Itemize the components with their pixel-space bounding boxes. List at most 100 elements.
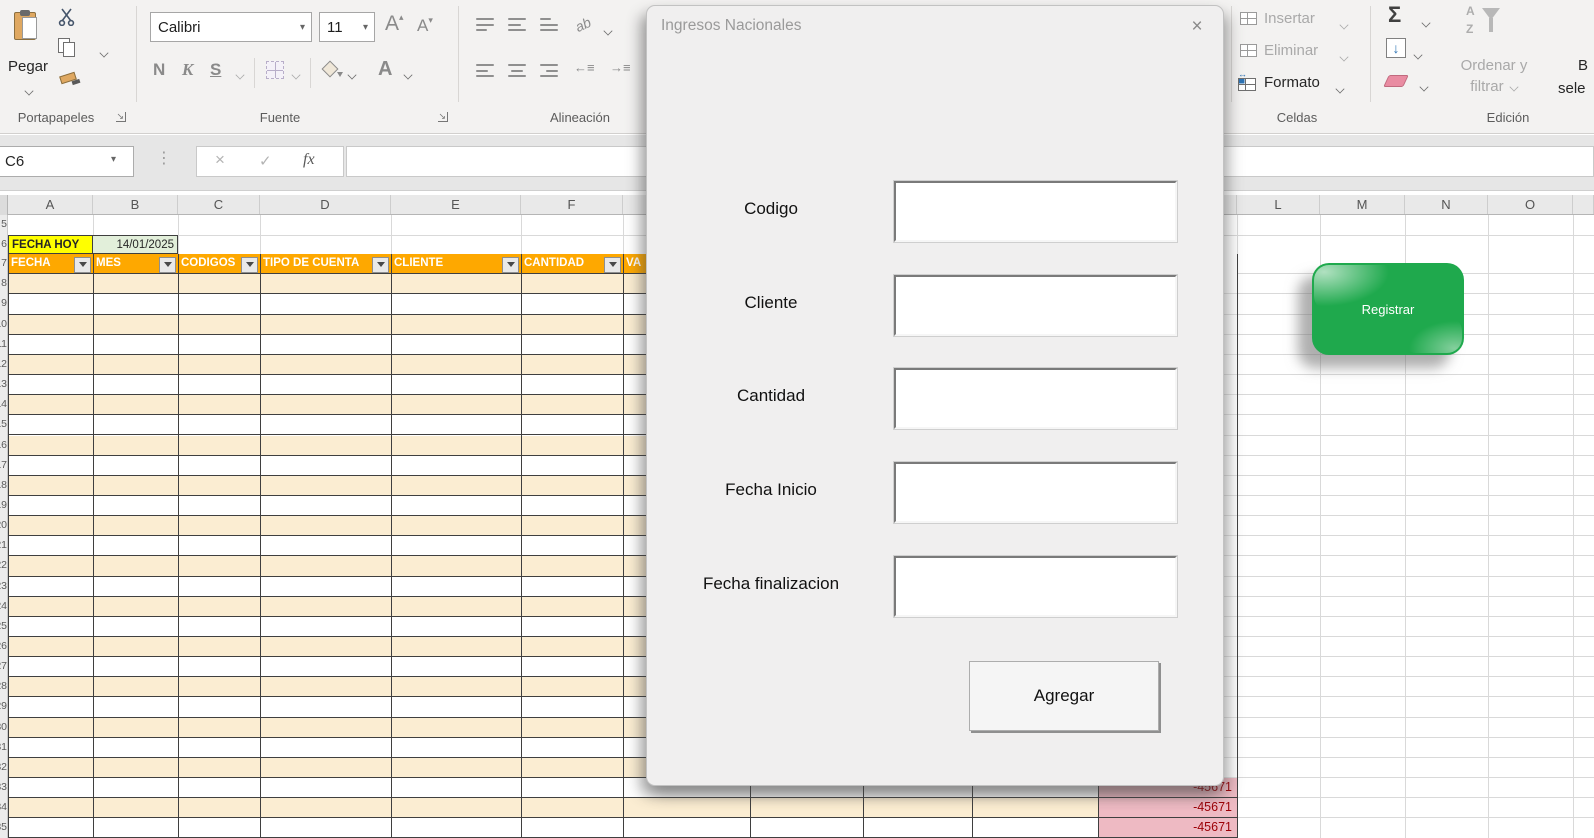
table-header-F[interactable]: CANTIDAD [521, 254, 623, 274]
column-header-B[interactable]: B [93, 195, 178, 214]
row-header-28[interactable]: 28 [0, 677, 8, 697]
filter-arrow-icon [507, 262, 515, 267]
select-all-corner[interactable] [0, 195, 8, 215]
gridline [1573, 215, 1574, 254]
table-header-E[interactable]: CLIENTE [391, 254, 521, 274]
gridline [1488, 254, 1489, 838]
gridline [1237, 435, 1594, 436]
row-header-17[interactable]: 17 [0, 456, 8, 476]
gridline [1237, 374, 1594, 375]
row-header-15[interactable]: 15 [0, 415, 8, 435]
row-header-13[interactable]: 13 [0, 375, 8, 395]
gridline [1237, 576, 1594, 577]
filter-button-F[interactable] [604, 257, 621, 273]
row-header-14[interactable]: 14 [0, 395, 8, 415]
fecha-finalizacion-field-frame [894, 556, 1177, 617]
table-row[interactable] [8, 818, 1098, 838]
fecha-inicio-field-frame [894, 462, 1177, 523]
row-header-7[interactable]: 7 [0, 254, 8, 274]
row-header-6[interactable]: 6 [0, 235, 8, 255]
gridline [623, 215, 624, 254]
row-header-23[interactable]: 23 [0, 577, 8, 597]
column-header-M[interactable]: M [1320, 195, 1405, 214]
column-header-F[interactable]: F [521, 195, 623, 214]
gridline [1237, 676, 1594, 677]
column-header-N[interactable]: N [1405, 195, 1488, 214]
row-header-22[interactable]: 22 [0, 556, 8, 576]
row-header-30[interactable]: 30 [0, 718, 8, 738]
codigo-input[interactable] [898, 185, 1171, 234]
table-border [521, 254, 522, 838]
row-header-31[interactable]: 31 [0, 738, 8, 758]
table-header-B[interactable]: MES [93, 254, 178, 274]
registrar-shape-button[interactable]: Registrar [1312, 263, 1464, 355]
gridline [1237, 495, 1594, 496]
fecha-hoy-value-cell[interactable]: 14/01/2025 [93, 235, 178, 255]
row-header-9[interactable]: 9 [0, 294, 8, 314]
row-header-12[interactable]: 12 [0, 355, 8, 375]
row-header-24[interactable]: 24 [0, 597, 8, 617]
row-header-21[interactable]: 21 [0, 536, 8, 556]
agregar-button[interactable]: Agregar [969, 661, 1159, 731]
row-header-19[interactable]: 19 [0, 496, 8, 516]
cliente-field-frame [894, 275, 1177, 336]
column-header-P[interactable] [1573, 195, 1594, 214]
row-header-33[interactable]: 33 [0, 778, 8, 798]
row-header-25[interactable]: 25 [0, 617, 8, 637]
fecha-inicio-input[interactable] [898, 466, 1171, 515]
row-header-8[interactable]: 8 [0, 274, 8, 294]
gridline [1237, 737, 1594, 738]
gridline [1237, 475, 1594, 476]
table-row[interactable] [8, 798, 1098, 818]
table-header-A[interactable]: FECHA [8, 254, 93, 274]
gridline [1237, 414, 1594, 415]
row-header-11[interactable]: 11 [0, 335, 8, 355]
column-header-C[interactable]: C [178, 195, 260, 214]
gridline [1237, 515, 1594, 516]
filter-button-C[interactable] [241, 257, 258, 273]
cliente-input[interactable] [898, 279, 1171, 328]
row-header-5[interactable]: 5 [0, 215, 8, 235]
filter-arrow-icon [246, 262, 254, 267]
gridline [1237, 797, 1594, 798]
row-header-29[interactable]: 29 [0, 697, 8, 717]
row-header-27[interactable]: 27 [0, 657, 8, 677]
column-header-L[interactable]: L [1237, 195, 1320, 214]
column-header-D[interactable]: D [260, 195, 391, 214]
table-border [8, 254, 9, 838]
ingresos-dialog: Ingresos Nacionales × Codigo Cliente Can… [646, 5, 1224, 786]
negative-value-cell[interactable]: -45671 [1098, 818, 1237, 838]
table-border [178, 254, 179, 838]
row-header-34[interactable]: 34 [0, 798, 8, 818]
table-border [391, 254, 392, 838]
cantidad-input[interactable] [898, 372, 1171, 421]
gridline [1237, 215, 1238, 254]
filter-button-E[interactable] [502, 257, 519, 273]
table-header-D[interactable]: TIPO DE CUENTA [260, 254, 391, 274]
row-header-16[interactable]: 16 [0, 436, 8, 456]
close-icon[interactable]: × [1185, 15, 1209, 39]
gridline [1573, 254, 1574, 838]
filter-button-A[interactable] [74, 257, 91, 273]
gridline [1237, 394, 1594, 395]
filter-arrow-icon [164, 262, 172, 267]
row-header-20[interactable]: 20 [0, 516, 8, 536]
column-header-E[interactable]: E [391, 195, 521, 214]
table-border [93, 254, 94, 838]
row-header-10[interactable]: 10 [0, 315, 8, 335]
column-header-O[interactable]: O [1488, 195, 1573, 214]
filter-button-B[interactable] [159, 257, 176, 273]
gridline [1237, 656, 1594, 657]
row-header-18[interactable]: 18 [0, 476, 8, 496]
row-header-32[interactable]: 32 [0, 758, 8, 778]
row-header-26[interactable]: 26 [0, 637, 8, 657]
table-header-C[interactable]: CODIGOS [178, 254, 260, 274]
filter-button-D[interactable] [372, 257, 389, 273]
fecha-hoy-cell[interactable]: FECHA HOY [8, 235, 93, 255]
fecha-finalizacion-label: Fecha finalizacion [671, 574, 871, 594]
negative-value-cell[interactable]: -45671 [1098, 798, 1237, 818]
fecha-finalizacion-input[interactable] [898, 560, 1171, 609]
row-header-35[interactable]: 35 [0, 818, 8, 838]
gridline [1237, 555, 1594, 556]
column-header-A[interactable]: A [8, 195, 93, 214]
